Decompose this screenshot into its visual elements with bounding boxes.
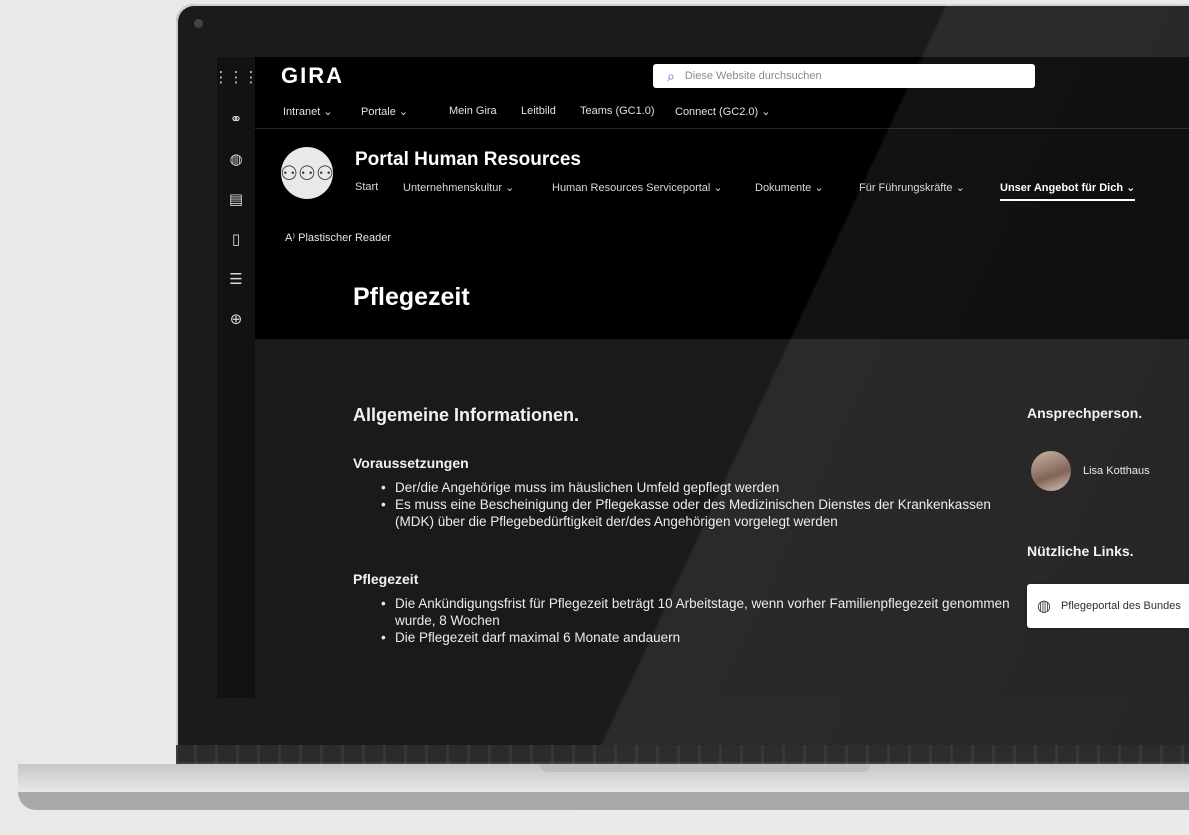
site-header: ⚇⚇⚇ Portal Human Resources Start Unterne…	[255, 129, 1189, 218]
site-navigation: Start Unternehmenskultur ⌄ Human Resourc…	[355, 181, 1189, 201]
contact-person[interactable]: Lisa Kotthaus	[1031, 451, 1150, 491]
globe-icon[interactable]: ◍	[224, 147, 248, 171]
site-nav-unternehmenskultur[interactable]: Unternehmenskultur ⌄	[403, 181, 514, 194]
list-icon[interactable]: ☰	[224, 267, 248, 291]
list-item: Die Ankündigungsfrist für Pflegezeit bet…	[377, 595, 1017, 629]
voraussetzungen-list: Der/die Angehörige muss im häuslichen Um…	[377, 479, 1017, 530]
page-title-band: Pflegezeit	[255, 257, 1189, 339]
webcam	[194, 19, 203, 28]
pflegezeit-list: Die Ankündigungsfrist für Pflegezeit bet…	[377, 595, 1017, 646]
contact-title: Ansprechperson.	[1027, 405, 1143, 421]
lid-notch	[540, 764, 870, 772]
list-item: Die Pflegezeit darf maximal 6 Monate and…	[377, 629, 1017, 646]
search-box[interactable]: ⌕ Diese Website durchsuchen	[653, 64, 1035, 88]
page-content: Allgemeine Informationen. Voraussetzunge…	[255, 339, 1189, 698]
app-rail: ⋮⋮⋮ ⚭ ◍ ▤ ▯ ☰ ⊕	[217, 57, 259, 698]
gira-logo[interactable]: GIRA	[281, 63, 344, 89]
quick-link-label[interactable]: Pflegeportal des Bundes	[1061, 600, 1181, 612]
search-icon: ⌕	[667, 67, 675, 84]
hubnav-item-mein-gira[interactable]: Mein Gira	[449, 105, 497, 117]
section-title: Allgemeine Informationen.	[353, 405, 580, 425]
list-item: Der/die Angehörige muss im häuslichen Um…	[377, 479, 1017, 496]
site-nav-dokumente[interactable]: Dokumente ⌄	[755, 181, 824, 194]
pflegezeit-heading: Pflegezeit	[353, 571, 419, 587]
voraussetzungen-heading: Voraussetzungen	[353, 455, 469, 471]
globe-icon: ◍	[1037, 598, 1051, 615]
browser-screen: ⋮⋮⋮ ⚭ ◍ ▤ ▯ ☰ ⊕ GIRA ⌕ Diese Website dur…	[217, 57, 1189, 698]
add-circle-icon[interactable]: ⊕	[224, 307, 248, 331]
hubnav-item-portale[interactable]: Portale ⌄	[361, 105, 408, 118]
news-icon[interactable]: ▤	[224, 187, 248, 211]
site-nav-unser-angebot[interactable]: Unser Angebot für Dich ⌄	[1000, 181, 1136, 201]
document-icon[interactable]: ▯	[224, 227, 248, 251]
contact-name[interactable]: Lisa Kotthaus	[1083, 465, 1150, 477]
reader-icon: A⁾	[285, 232, 296, 244]
share-icon[interactable]: ⚭	[224, 107, 248, 131]
laptop-base	[0, 745, 1189, 835]
command-bar: A⁾ Plastischer Reader	[255, 217, 1189, 258]
base-bottom	[18, 792, 1189, 810]
waffle-icon[interactable]: ⋮⋮⋮	[217, 65, 259, 89]
suite-header: GIRA ⌕ Diese Website durchsuchen	[255, 57, 1189, 95]
quick-link-pflegeportal[interactable]: ◍ Pflegeportal des Bundes	[1027, 584, 1189, 628]
list-item: Es muss eine Bescheinigung der Pflegekas…	[377, 496, 1017, 530]
immersive-reader-button[interactable]: A⁾ Plastischer Reader	[285, 231, 391, 244]
links-title: Nützliche Links.	[1027, 543, 1134, 559]
site-nav-fuehrungskraefte[interactable]: Für Führungskräfte ⌄	[859, 181, 965, 194]
people-group-icon[interactable]: ⚇⚇⚇	[280, 147, 334, 199]
avatar	[1031, 451, 1071, 491]
site-nav-hr-serviceportal[interactable]: Human Resources Serviceportal ⌄	[552, 181, 723, 194]
hubnav-item-connect[interactable]: Connect (GC2.0) ⌄	[675, 105, 770, 118]
page-title: Pflegezeit	[353, 283, 470, 311]
hubnav-item-leitbild[interactable]: Leitbild	[521, 105, 556, 117]
hub-navigation: Intranet ⌄ Portale ⌄ Mein Gira Leitbild …	[255, 95, 1189, 129]
site-nav-start[interactable]: Start	[355, 181, 378, 193]
hubnav-item-teams[interactable]: Teams (GC1.0)	[580, 105, 655, 117]
hubnav-item-intranet[interactable]: Intranet ⌄	[283, 105, 333, 118]
site-title[interactable]: Portal Human Resources	[355, 149, 581, 171]
search-placeholder[interactable]: Diese Website durchsuchen	[685, 70, 822, 82]
